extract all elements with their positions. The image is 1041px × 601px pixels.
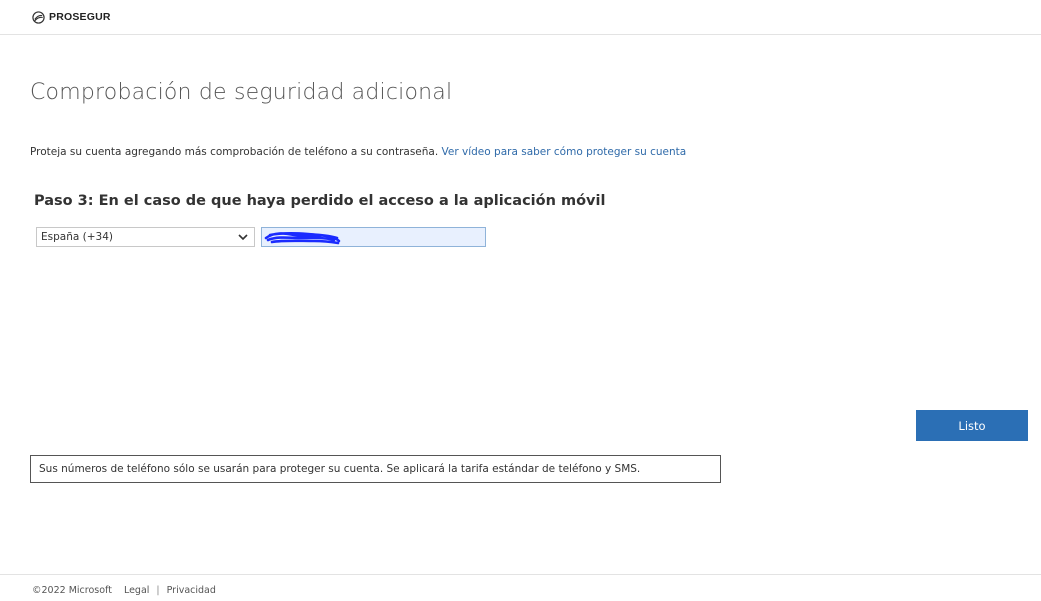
intro-paragraph: Proteja su cuenta agregando más comproba…: [30, 146, 686, 158]
watch-video-link[interactable]: Ver vídeo para saber cómo proteger su cu…: [442, 146, 687, 158]
legal-link[interactable]: Legal: [124, 585, 149, 596]
redaction-scribble: [264, 232, 341, 245]
copyright-text: ©2022 Microsoft: [32, 585, 112, 596]
phone-usage-notice: Sus números de teléfono sólo se usarán p…: [30, 455, 721, 483]
country-code-value: España (+34): [41, 231, 113, 243]
phone-number-input[interactable]: [261, 227, 486, 247]
brand-logo: PROSEGUR: [32, 10, 111, 24]
prosegur-logo-icon: [32, 10, 45, 24]
intro-text: Proteja su cuenta agregando más comproba…: [30, 146, 439, 158]
footer-separator: |: [156, 585, 160, 596]
footer: ©2022 Microsoft Legal | Privacidad: [0, 574, 1041, 601]
page: PROSEGUR Comprobación de seguridad adici…: [0, 0, 1041, 601]
privacy-link[interactable]: Privacidad: [167, 585, 216, 596]
page-title: Comprobación de seguridad adicional: [30, 80, 453, 105]
header-bar: PROSEGUR: [0, 0, 1041, 35]
footer-links: ©2022 Microsoft Legal | Privacidad: [32, 585, 216, 596]
brand-name: PROSEGUR: [49, 11, 111, 23]
step-heading: Paso 3: En el caso de que haya perdido e…: [34, 193, 606, 209]
country-code-select[interactable]: España (+34): [36, 227, 255, 247]
chevron-down-icon: [238, 234, 248, 241]
done-button[interactable]: Listo: [916, 410, 1028, 441]
